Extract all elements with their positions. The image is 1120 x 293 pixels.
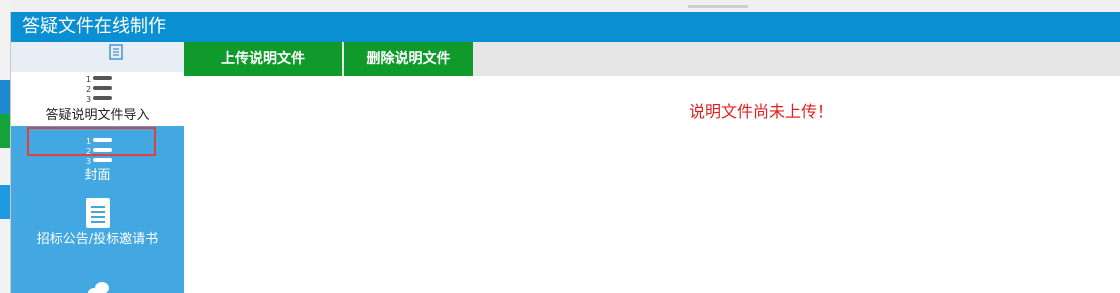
svg-text:2: 2: [86, 147, 91, 156]
chat-icon: [87, 282, 109, 293]
sidebar-item-cover[interactable]: 1 2 3 封面: [11, 132, 184, 183]
upload-button[interactable]: 上传说明文件: [184, 42, 342, 76]
online-editor-window: 答疑文件在线制作 1 2 3 答疑说明文件导入 1 2 3 封面 招标公告/投标…: [10, 12, 1120, 293]
status-message: 说明文件尚未上传！: [689, 102, 834, 121]
window-title: 答疑文件在线制作: [11, 12, 1120, 42]
svg-text:3: 3: [86, 95, 91, 104]
document-icon[interactable]: [109, 44, 123, 60]
numbered-list-icon: 1 2 3: [86, 75, 112, 104]
background-app-edge: [0, 0, 10, 293]
sidebar: 1 2 3 答疑说明文件导入 1 2 3 封面 招标公告/投标邀请书: [11, 42, 184, 293]
background-tab-blue: [0, 80, 10, 114]
background-tab-blue-2: [0, 185, 10, 219]
svg-text:2: 2: [86, 85, 91, 94]
document-icon: [85, 198, 110, 228]
svg-text:3: 3: [86, 157, 91, 166]
sidebar-item-tender-notice[interactable]: 招标公告/投标邀请书: [11, 197, 184, 275]
delete-button[interactable]: 删除说明文件: [344, 42, 473, 76]
sidebar-item-chat[interactable]: [11, 278, 184, 293]
sidebar-item-label: 招标公告/投标邀请书: [36, 232, 159, 247]
sidebar-header: [11, 42, 184, 72]
sidebar-item-label: 封面: [84, 168, 111, 183]
toolbar: 上传说明文件 删除说明文件: [184, 42, 1120, 76]
background-top-strip: [0, 0, 1120, 12]
svg-text:1: 1: [86, 137, 91, 146]
sidebar-item-label: 答疑说明文件导入: [45, 108, 150, 123]
numbered-list-icon: 1 2 3: [86, 137, 112, 166]
background-scroll-bar: [688, 5, 748, 8]
svg-text:1: 1: [86, 75, 91, 84]
background-tab-green: [0, 114, 10, 148]
